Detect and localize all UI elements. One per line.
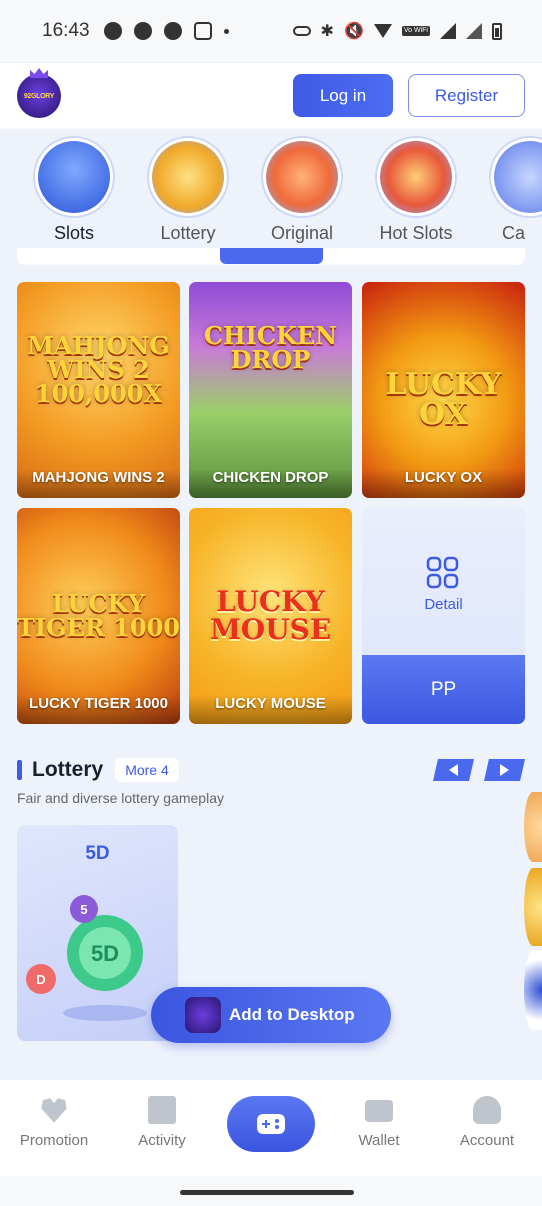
category-label: Hot Slots <box>379 223 453 243</box>
category-slots[interactable]: Slots <box>24 136 124 244</box>
signal-icon <box>440 23 456 39</box>
notification-icons <box>103 22 229 40</box>
small-ball-label: 5 <box>80 902 87 917</box>
provider-tab-active[interactable] <box>220 248 323 264</box>
bluetooth-icon: ✱ <box>320 23 334 40</box>
category-casino[interactable]: Ca <box>480 136 542 244</box>
nav-games[interactable] <box>227 1096 315 1152</box>
section-accent-bar <box>17 760 22 780</box>
chevron-left-icon <box>449 764 458 776</box>
more-notifications-dot-icon <box>223 28 229 34</box>
game-tile-lucky-mouse[interactable]: LUCKY MOUSE LUCKY MOUSE <box>189 508 352 724</box>
game-title: LUCKY TIGER 1000 <box>17 695 180 724</box>
category-carousel[interactable]: Slots Lottery Original Hot Slots Ca <box>0 130 542 250</box>
game-art <box>189 282 352 498</box>
original-category-icon <box>266 141 338 213</box>
game-tile-mahjong-wins-2[interactable]: MAHJONG WINS 2 100,000X MAHJONG WINS 2 <box>17 282 180 498</box>
lottery-section-header: Lottery More 4 <box>17 756 525 784</box>
next-button[interactable] <box>484 759 525 781</box>
game-title: MAHJONG WINS 2 <box>17 469 180 498</box>
game-tile-lucky-tiger-1000[interactable]: LUCKY TIGER 1000 LUCKY TIGER 1000 <box>17 508 180 724</box>
nav-label: Wallet <box>358 1132 400 1149</box>
bottom-navigation: Promotion Activity Wallet Account <box>0 1080 542 1176</box>
status-time: 16:43 <box>42 20 90 41</box>
chevron-right-icon <box>500 764 509 776</box>
game-art-logo: LUCKY OX <box>385 367 502 432</box>
category-hot-slots[interactable]: Hot Slots <box>366 136 466 244</box>
nav-account[interactable]: Account <box>437 1096 537 1149</box>
app-header: 92GLORY Log in Register <box>0 63 542 129</box>
section-title: Lottery <box>32 758 104 781</box>
provider-detail-tile[interactable]: Detail PP <box>362 508 525 724</box>
vpn-key-icon <box>292 26 311 36</box>
small-ball-label: D <box>36 972 45 987</box>
nav-label: Promotion <box>19 1132 89 1149</box>
floating-promo-2[interactable] <box>524 868 542 946</box>
category-label: Lottery <box>160 223 216 243</box>
account-icon <box>473 1096 501 1124</box>
game-title: CHICKEN DROP <box>189 469 352 498</box>
gift-icon <box>148 1096 176 1124</box>
floating-support[interactable] <box>524 950 542 1030</box>
gamepad-icon <box>257 1114 285 1134</box>
nav-wallet[interactable]: Wallet <box>329 1096 429 1149</box>
chat-bubble-icon <box>133 22 152 40</box>
wallet-icon <box>365 1100 393 1122</box>
lottery-category-icon <box>152 141 224 213</box>
status-bar: 16:43 ✱ 🔇 Vo WiFi <box>0 0 542 62</box>
signal-2-icon <box>466 23 482 39</box>
game-tile-chicken-drop[interactable]: CHICKEN DROP CHICKEN DROP <box>189 282 352 498</box>
wifi-icon <box>373 24 392 38</box>
nav-label: Account <box>459 1132 515 1149</box>
floating-promo-1[interactable] <box>524 792 542 862</box>
facebook-icon <box>103 22 122 40</box>
category-label: Original <box>270 223 334 243</box>
brand-logo-text: 92GLORY <box>23 92 55 100</box>
volte-wifi-icon: Vo WiFi <box>401 26 430 36</box>
system-icons: ✱ 🔇 Vo WiFi <box>292 21 502 41</box>
game-title: LUCKY OX <box>362 469 525 498</box>
category-lottery[interactable]: Lottery <box>138 136 238 244</box>
battery-icon <box>492 22 502 40</box>
app-logo-icon <box>185 997 221 1033</box>
carousel-arrows <box>433 759 525 781</box>
mute-icon: 🔇 <box>343 23 364 40</box>
game-tile-lucky-ox[interactable]: LUCKY OX LUCKY OX <box>362 282 525 498</box>
slots-category-icon <box>38 141 110 213</box>
nav-activity[interactable]: Activity <box>112 1096 212 1149</box>
casino-category-icon <box>494 141 542 213</box>
add-to-desktop-label: Add to Desktop <box>229 1005 355 1024</box>
nav-promotion[interactable]: Promotion <box>4 1096 104 1149</box>
game-art-logo: LUCKY MOUSE <box>209 585 332 646</box>
5d-ball-label: 5D <box>91 941 119 966</box>
grid-icon <box>426 556 459 589</box>
provider-tabs[interactable] <box>17 248 525 265</box>
detail-label: Detail <box>424 596 463 613</box>
category-label: Slots <box>53 223 95 243</box>
category-label: Ca <box>502 223 526 243</box>
prev-button[interactable] <box>433 759 474 781</box>
category-original[interactable]: Original <box>252 136 352 244</box>
add-to-desktop-button[interactable]: Add to Desktop <box>151 987 391 1043</box>
register-button[interactable]: Register <box>408 74 525 117</box>
brand-logo[interactable]: 92GLORY <box>17 74 61 118</box>
game-art-logo: CHICKEN DROP <box>203 321 338 374</box>
game-title: LUCKY MOUSE <box>189 695 352 724</box>
game-art-logo: LUCKY TIGER 1000 <box>17 589 180 642</box>
more-button[interactable]: More 4 <box>115 758 179 782</box>
provider-name: PP <box>362 655 525 724</box>
login-button[interactable]: Log in <box>293 74 393 117</box>
section-description: Fair and diverse lottery gameplay <box>17 790 224 806</box>
teams-icon <box>163 22 182 40</box>
home-indicator[interactable] <box>180 1190 354 1195</box>
promotion-icon <box>41 1098 67 1123</box>
game-art-logo: MAHJONG WINS 2 100,000X <box>27 331 170 408</box>
nav-label: Activity <box>138 1132 186 1149</box>
hot-slots-category-icon <box>380 141 452 213</box>
instagram-icon <box>193 22 212 40</box>
